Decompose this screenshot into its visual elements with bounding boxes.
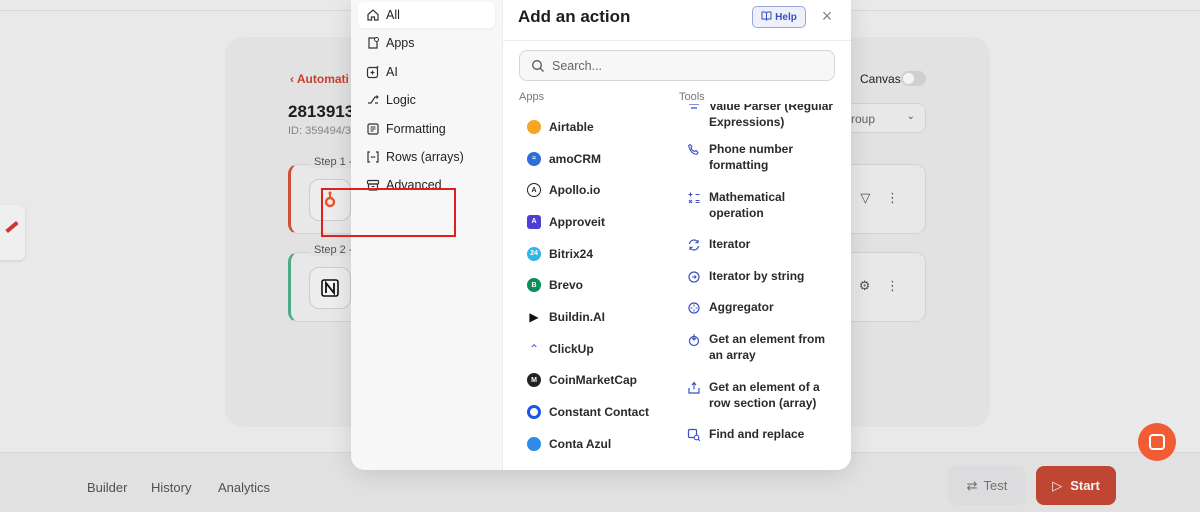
book-icon (761, 11, 772, 24)
list-item[interactable]: 24 Bitrix24 (519, 238, 669, 270)
list-item[interactable]: Mathematical operation (679, 189, 839, 237)
nav-item-label: AI (386, 64, 398, 79)
nav-item-label: All (386, 8, 400, 22)
list-item[interactable]: Airtable (519, 111, 669, 143)
apollo-icon: A (527, 183, 541, 198)
array-element-icon (687, 333, 701, 347)
row-section-icon (687, 381, 701, 395)
action-pane: Add an action Help × Apps Tools Airtable… (503, 0, 851, 470)
add-action-modal: All Apps AI Logic Formatting Rows (array… (351, 0, 851, 470)
nav-item-all[interactable]: All (358, 2, 495, 28)
iterator-icon (687, 238, 701, 252)
airtable-icon (527, 119, 541, 134)
tools-column-header: Tools (679, 91, 705, 103)
category-nav: All Apps AI Logic Formatting Rows (array… (351, 0, 503, 470)
search-input[interactable] (552, 57, 822, 75)
coinmarketcap-icon: M (527, 373, 541, 388)
list-item[interactable]: A Apollo.io (519, 174, 669, 206)
list-item[interactable]: Aggregator (679, 299, 839, 331)
list-item[interactable]: B Brevo (519, 269, 669, 301)
nav-item-rows-arrays[interactable]: Rows (arrays) (358, 144, 495, 170)
search-icon (532, 60, 544, 72)
clickup-icon: ⌃ (528, 341, 540, 356)
nav-item-formatting[interactable]: Formatting (358, 116, 495, 142)
bitrix24-icon: 24 (527, 246, 541, 261)
nav-item-advanced[interactable]: Advanced (358, 172, 495, 198)
list-item[interactable]: ≈ amoCRM (519, 143, 669, 175)
constant-contact-icon (527, 405, 541, 420)
regex-parser-icon (687, 104, 701, 114)
list-item[interactable]: Find and replace (679, 426, 839, 448)
amocrm-icon: ≈ (527, 151, 541, 166)
list-item[interactable]: Constant Contact (519, 396, 669, 428)
search-box[interactable] (519, 50, 835, 81)
logic-icon (366, 93, 380, 107)
list-item[interactable]: Iterator (679, 236, 839, 268)
list-item[interactable]: M CoinMarketCap (519, 365, 669, 397)
modal-title: Add an action (518, 7, 631, 26)
help-button[interactable]: Help (752, 6, 806, 28)
phone-icon (687, 143, 701, 157)
aggregator-icon (687, 301, 701, 315)
nav-item-label: Formatting (386, 121, 446, 136)
tools-list: Value Parser (Regular Expressions) Phone… (679, 104, 839, 448)
list-item[interactable]: ⌃ ClickUp (519, 333, 669, 365)
list-item[interactable]: Value Parser (Regular Expressions) (679, 104, 839, 141)
help-button-label: Help (775, 11, 797, 23)
nav-item-label: Logic (386, 93, 416, 108)
nav-item-label: Apps (386, 36, 415, 51)
conta-azul-icon (527, 436, 541, 451)
apps-column-header: Apps (519, 91, 545, 103)
advanced-icon (366, 178, 380, 192)
nav-item-label: Advanced (386, 178, 442, 193)
apps-icon (366, 36, 380, 50)
ai-sparkle-icon (366, 65, 380, 79)
nav-item-label: Rows (arrays) (386, 149, 464, 164)
nav-item-apps[interactable]: Apps (358, 30, 495, 56)
chat-icon (1149, 434, 1165, 450)
brevo-icon: B (527, 278, 541, 293)
header-divider (503, 40, 851, 41)
buildin-icon: ▶ (529, 309, 539, 324)
list-item[interactable]: ▶ Buildin.AI (519, 301, 669, 333)
list-item[interactable]: A Approveit (519, 206, 669, 238)
list-item[interactable]: Get an element of a row section (array) (679, 379, 839, 427)
nav-item-logic[interactable]: Logic (358, 87, 495, 113)
nav-item-ai[interactable]: AI (358, 59, 495, 85)
chat-support-button[interactable] (1138, 423, 1176, 461)
math-operation-icon (687, 191, 701, 205)
list-item[interactable]: Conta Azul (519, 428, 669, 460)
find-replace-icon (687, 428, 701, 442)
formatting-icon (366, 122, 380, 136)
list-item[interactable]: Phone number formatting (679, 141, 839, 189)
home-icon (366, 8, 380, 22)
list-item[interactable]: Iterator by string (679, 268, 839, 300)
iterator-string-icon (687, 270, 701, 284)
apps-list: Airtable ≈ amoCRM A Apollo.io A Approveit 2… (519, 111, 669, 460)
close-icon[interactable]: × (817, 6, 837, 26)
list-item[interactable]: Get an element from an array (679, 331, 839, 379)
array-brackets-icon (366, 150, 380, 164)
approveit-icon: A (527, 214, 541, 229)
